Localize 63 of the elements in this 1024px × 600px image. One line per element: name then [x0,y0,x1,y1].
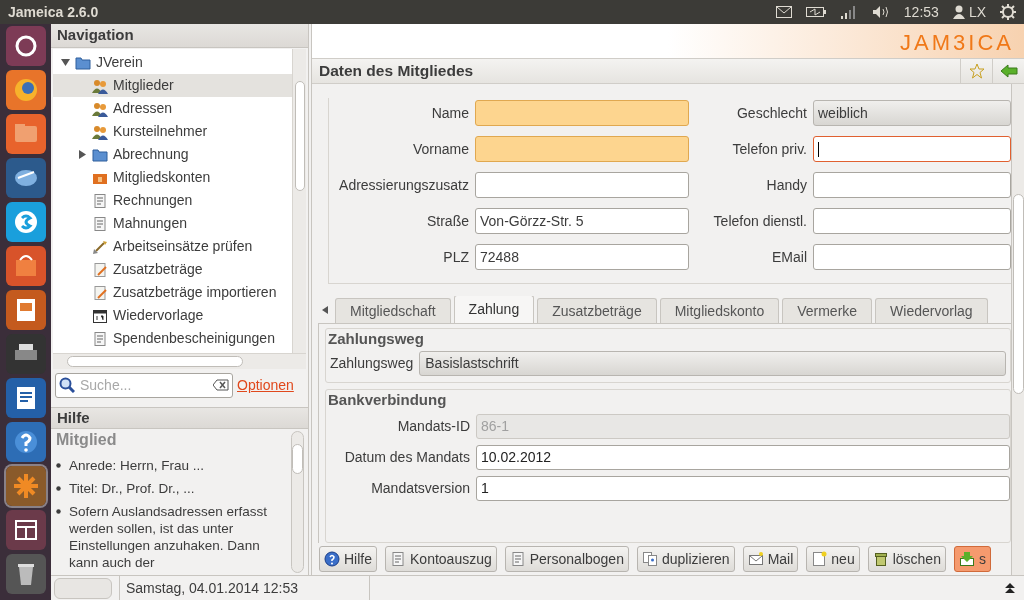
field-label: Mandats-ID [396,417,470,436]
input-field[interactable]: Von-Görzz-Str. 5 [475,208,689,234]
field-label: Zahlungsweg [330,354,414,373]
field-label: Telefon dienstl. [712,211,807,231]
field-label: Adressierungszusatz [338,175,469,195]
input-field[interactable]: 10.02.2012 [476,445,1010,470]
tree-item[interactable]: Mitgliedskonten [53,166,292,189]
toolbar-button[interactable]: s [953,546,991,572]
search-field[interactable]: Suche... [55,372,233,398]
tab[interactable]: Zusatzbeträge [537,298,657,323]
toolbar-button[interactable]: Mail [742,546,799,572]
field-label: Mandatsversion [370,479,470,498]
field-label: Datum des Mandats [343,448,470,467]
field-label: Handy [765,175,807,195]
toolbar-button[interactable]: Hilfe [319,546,377,572]
panel-title: Hilfe [57,407,90,428]
field-label: PLZ [442,247,469,267]
tree-item[interactable]: Abrechnung [53,143,292,166]
status-text: Samstag, 04.01.2014 12:53 [119,576,369,600]
window-title: Jameica 2.6.0 [8,2,99,22]
panel-title: Navigation [57,25,134,46]
tree-item[interactable]: Rechnungen [53,189,292,212]
options-link[interactable]: Optionen [237,374,294,396]
tree-item[interactable]: Adressen [53,97,292,120]
dropdown[interactable]: Basislastschrift [419,351,1006,376]
field-label: Straße [426,211,469,231]
tab[interactable]: Vermerke [782,298,873,323]
dropdown[interactable]: weiblich [813,100,1011,126]
group-title: Zahlungsweg [327,329,425,349]
tree-item[interactable]: Wiedervorlage [53,304,292,327]
tab[interactable]: Wiedervorlag [875,298,988,323]
toolbar-button[interactable]: duplizieren [636,546,735,572]
help-text: Anrede: Herrn, Frau ... [69,457,206,474]
app-logo: JAM3ICA [900,32,1014,54]
tree-item[interactable]: Spendenbescheinigungen [53,327,292,350]
toolbar-button[interactable]: löschen [867,546,946,572]
tab[interactable]: Mitgliedskonto [659,298,780,323]
user-name[interactable]: LX [968,1,986,23]
help-text: Titel: Dr., Prof. Dr., ... [69,480,196,497]
tree-item[interactable]: Zusatzbeträge [53,258,292,281]
tree-item[interactable]: Mitglieder [53,74,292,97]
tree-item[interactable]: Kursteilnehmer [53,120,292,143]
toolbar-button[interactable]: Kontoauszug [385,546,497,572]
field-label: Telefon priv. [731,139,807,159]
tree-item[interactable]: Arbeitseinsätze prüfen [53,235,292,258]
group-title: Bankverbindung [327,390,448,410]
input-field[interactable]: 1 [476,476,1010,501]
help-text: Sofern Auslandsadressen erfasst werden sollen, ist das unter Einstellungen anzuhaken. Dann kann auch der [69,503,269,571]
tree-item[interactable]: JVerein [53,51,292,74]
toolbar-button[interactable]: Personalbogen [504,546,629,572]
clock[interactable]: 12:53 [903,1,939,23]
toolbar-button[interactable]: neu [806,546,860,572]
input-field[interactable]: 72488 [475,244,689,270]
field-label: Vorname [411,139,469,159]
field-label: Geschlecht [735,103,807,123]
tab[interactable]: Mitgliedschaft [335,298,451,323]
tab[interactable]: Zahlung [453,296,535,323]
field-label: Name [430,103,469,123]
page-title: Daten des Mitgliedes [318,61,475,82]
help-heading: Mitglied [56,430,118,450]
tree-item[interactable]: Mahnungen [53,212,292,235]
tree-item[interactable]: Zusatzbeträge importieren [53,281,292,304]
field-label: EMail [771,247,807,267]
